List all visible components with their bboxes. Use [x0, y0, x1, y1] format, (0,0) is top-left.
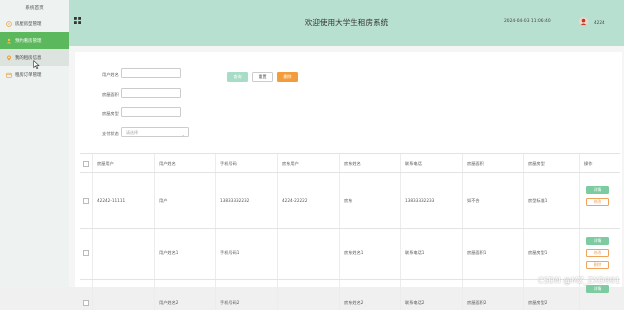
- column-header: 房屋面积: [467, 161, 484, 166]
- sidebar-item-house-types[interactable]: ¥ 房屋房型管理: [0, 15, 69, 32]
- cell-landlord-name: 房东姓名1: [344, 250, 364, 255]
- payment-status-placeholder: 请选择: [126, 130, 138, 135]
- payment-status-select[interactable]: 请选择 ⌄: [121, 127, 189, 137]
- row-checkbox[interactable]: [83, 198, 89, 204]
- cell-landlord-name: 房东姓名2: [344, 300, 364, 305]
- svg-text:¥: ¥: [8, 22, 10, 26]
- avatar[interactable]: [579, 17, 588, 26]
- detail-button[interactable]: 详情: [586, 237, 609, 245]
- cell-area: 如不合: [467, 198, 480, 203]
- sidebar-item-label: 租房订单管理: [15, 72, 42, 78]
- user-icon: [6, 38, 12, 44]
- calendar-icon: [6, 72, 12, 78]
- delete-button[interactable]: 删除: [277, 72, 298, 82]
- cell-user-name: 用户姓名1: [159, 250, 179, 255]
- cell-house-user: 42242-11111: [97, 198, 126, 203]
- username-input[interactable]: [121, 68, 181, 78]
- username[interactable]: 4224: [594, 20, 605, 25]
- payment-status-label: 支付状态: [102, 131, 119, 136]
- column-header: 房屋用户: [97, 161, 114, 166]
- house-type-label: 房屋房型: [102, 111, 119, 116]
- cell-contact-phone: 联系电话2: [405, 300, 425, 305]
- content-card: 用户姓名 房屋面积 房屋房型 支付状态 请选择 ⌄ 查询 重置 删除 房屋用户 …: [75, 52, 622, 310]
- cell-contact-phone: 联系电话1: [405, 250, 425, 255]
- table-row: 用户姓名1 手机号码1 房东姓名1 联系电话1 房屋面积1 房屋房型1 详情 修…: [80, 229, 620, 280]
- current-datetime: 2024-04-03 11:06:40: [504, 19, 551, 24]
- main-content: 用户姓名 房屋面积 房屋房型 支付状态 请选择 ⌄ 查询 重置 删除 房屋用户 …: [69, 46, 624, 310]
- edit-button[interactable]: 修改: [586, 249, 609, 257]
- username-label: 用户姓名: [102, 72, 119, 77]
- cell-landlord-name: 房东: [344, 198, 353, 203]
- area-input[interactable]: [121, 88, 181, 98]
- edit-button[interactable]: 修改: [586, 198, 609, 206]
- cell-phone: 手机号码2: [220, 300, 240, 305]
- reset-button[interactable]: 重置: [252, 72, 273, 82]
- table-header: 房屋用户 用户姓名 手机号码 房东用户 房东姓名 联系电话 房屋面积 房屋房型 …: [80, 154, 620, 173]
- cell-area: 房屋面积2: [467, 300, 487, 305]
- row-checkbox[interactable]: [83, 300, 89, 306]
- cell-contact-phone: 13833332233: [405, 198, 435, 203]
- sidebar-item-label: 预约看房管理: [15, 38, 42, 44]
- cell-house-type: 房屋房型1: [528, 250, 548, 255]
- cell-house-type: 房型标准1: [528, 198, 548, 203]
- column-header: 联系电话: [405, 161, 422, 166]
- cell-house-type: 房屋房型2: [528, 300, 548, 305]
- watermark: CSDN @MZ_ZXD001: [537, 276, 620, 285]
- select-all-checkbox[interactable]: [83, 161, 89, 167]
- sidebar-item-viewing-appointments[interactable]: 预约看房管理: [0, 32, 69, 49]
- mouse-cursor-icon: [33, 60, 40, 69]
- row-checkbox[interactable]: [83, 250, 89, 256]
- cell-phone: 手机号码1: [220, 250, 240, 255]
- house-type-input[interactable]: [121, 107, 181, 117]
- column-header: 操作: [584, 161, 593, 166]
- cell-phone: 13833332232: [220, 198, 250, 203]
- search-button[interactable]: 查询: [227, 72, 248, 82]
- sidebar-item-label: 房屋房型管理: [15, 21, 42, 27]
- pin-icon: [6, 54, 12, 61]
- column-header: 房东用户: [282, 161, 299, 166]
- coin-icon: ¥: [6, 20, 12, 27]
- detail-button[interactable]: 详情: [586, 186, 609, 194]
- chevron-down-icon: ⌄: [181, 132, 185, 137]
- top-header: 欢迎使用大学生租房系统 2024-04-03 11:06:40 4224: [69, 0, 624, 46]
- column-header: 用户姓名: [159, 161, 176, 166]
- detail-button[interactable]: 详情: [586, 285, 609, 293]
- table-row: 42242-11111 用户 13833332232 4224-22222 房东…: [80, 173, 620, 229]
- data-table: 房屋用户 用户姓名 手机号码 房东用户 房东姓名 联系电话 房屋面积 房屋房型 …: [80, 153, 620, 310]
- row-delete-button[interactable]: 删除: [586, 261, 609, 269]
- sidebar: 系统首页 ¥ 房屋房型管理 预约看房管理 我的租房信息 租房订单管理: [0, 0, 69, 287]
- cell-user-name: 用户: [159, 198, 168, 203]
- cell-user-name: 用户姓名2: [159, 300, 179, 305]
- column-header: 手机号码: [220, 161, 237, 166]
- column-header: 房屋房型: [528, 161, 545, 166]
- column-header: 房东姓名: [344, 161, 361, 166]
- cell-area: 房屋面积1: [467, 250, 487, 255]
- area-label: 房屋面积: [102, 92, 119, 97]
- cell-landlord-user: 4224-22222: [282, 198, 308, 203]
- sidebar-home-link[interactable]: 系统首页: [0, 0, 69, 15]
